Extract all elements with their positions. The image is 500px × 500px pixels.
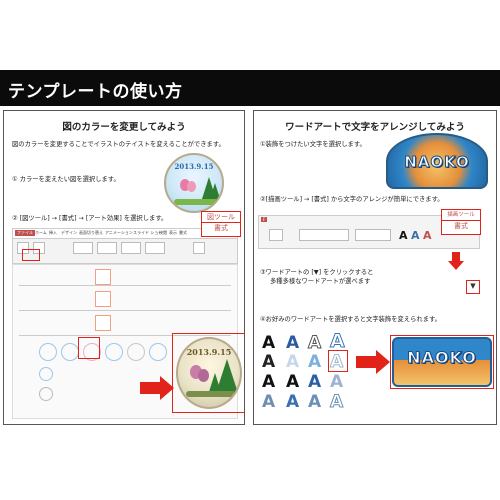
wordart-style-a[interactable]: A — [423, 229, 432, 242]
right-arrow-icon — [356, 350, 390, 374]
shape-styles[interactable] — [299, 229, 349, 241]
badge-illustration-small[interactable]: 2013.9.15 — [164, 153, 224, 213]
wordart-option[interactable]: A — [330, 331, 346, 351]
drawing-tools-tag: 描画ツール 書式 — [441, 209, 481, 235]
effect-thumbnail[interactable] — [149, 343, 167, 361]
wordart-option[interactable]: A — [262, 354, 275, 371]
wordart-option[interactable]: A — [262, 394, 275, 411]
wordart-option[interactable]: A — [286, 394, 299, 411]
wordart-option[interactable]: A — [286, 354, 299, 371]
right-step3-line2: 多種多様なワードアートが選べます — [270, 278, 371, 285]
grass-icon — [174, 199, 218, 205]
ribbon-tab-view[interactable]: 表示 — [169, 230, 177, 236]
down-arrow-icon — [448, 252, 464, 270]
wordart-style-a[interactable]: A — [399, 229, 408, 242]
wordart-option[interactable]: A — [286, 335, 299, 352]
ribbon-tab-review[interactable]: 校閲 — [159, 230, 167, 236]
page-title-bar: テンプレートの使い方 — [0, 70, 500, 106]
right-heading: ワードアートで文字をアレンジしてみよう — [285, 122, 465, 133]
wordart-dropdown-button[interactable]: ▼ — [466, 280, 480, 294]
left-intro: 図のカラーを変更することでイラストのテイストを変えることができます。 — [12, 141, 225, 148]
ribbon-button[interactable] — [121, 242, 141, 254]
ribbon-tab-animation[interactable]: アニメーション — [105, 230, 133, 236]
right-step4: ④お好みのワードアートを選択すると文字装飾を変えられます。 — [260, 316, 441, 323]
color-option[interactable] — [95, 269, 111, 285]
effect-thumbnail[interactable] — [105, 343, 123, 361]
wordart-option[interactable]: A — [330, 374, 343, 391]
ribbon-tab-insert[interactable]: 挿入 — [49, 230, 57, 236]
divider — [19, 285, 231, 286]
naoko-badge-top[interactable]: NAOKO — [386, 133, 488, 189]
ribbon-tab-file[interactable]: ファイル — [15, 230, 35, 236]
drawing-tools-label: 描画ツール — [447, 212, 475, 218]
badge-date: 2013.9.15 — [174, 162, 214, 171]
highlight-selected-wordart — [328, 350, 348, 372]
effect-thumbnail[interactable] — [39, 343, 57, 361]
ribbon-button[interactable] — [193, 242, 205, 254]
page-title: テンプレートの使い方 — [8, 82, 183, 102]
highlight-art-effect — [22, 249, 40, 261]
naoko-text[interactable]: NAOKO — [388, 153, 486, 172]
naoko-badge-result[interactable]: NAOKO — [392, 337, 492, 387]
left-step2: ② [図ツール] → [書式] → [アート効果] を選択します。 — [12, 215, 168, 222]
divider — [19, 310, 231, 311]
ribbon-tab-home[interactable]: ホーム — [35, 230, 47, 236]
grass-icon — [186, 391, 236, 397]
color-option[interactable] — [95, 291, 111, 307]
wordart-option[interactable]: A — [308, 374, 321, 391]
left-panel: 図のカラーを変更してみよう 図のカラーを変更することでイラストのテイストを変える… — [3, 110, 245, 425]
ribbon-tab-format[interactable]: 書式 — [179, 230, 187, 236]
badge-illustration-large[interactable]: 2013.9.15 — [176, 337, 242, 409]
naoko-text-result[interactable]: NAOKO — [394, 348, 490, 368]
ribbon-button[interactable] — [97, 242, 117, 254]
wordart-option[interactable]: A — [307, 334, 321, 352]
color-option[interactable] — [95, 315, 111, 331]
effect-thumbnail[interactable] — [127, 343, 145, 361]
left-heading: 図のカラーを変更してみよう — [62, 122, 186, 133]
wordart-option[interactable]: A — [262, 374, 275, 391]
flower-icon — [198, 369, 209, 382]
right-step1: ①装飾をつけたい文字を選択します。 — [260, 141, 366, 148]
ribbon-tab-design[interactable]: デザイン — [61, 230, 77, 236]
flower-icon — [187, 181, 196, 192]
right-step3-line1: ③ワードアートの [▼] をクリックすると — [260, 269, 374, 276]
wordart-option[interactable]: A — [308, 394, 321, 411]
wordart-option[interactable]: A — [308, 354, 321, 371]
wordart-style-a[interactable]: A — [411, 229, 420, 242]
shape-fill[interactable] — [355, 229, 391, 241]
wordart-option[interactable]: A — [262, 335, 275, 352]
effect-thumbnail[interactable] — [39, 387, 53, 401]
format-label: 書式 — [442, 220, 480, 231]
ribbon-tab-slideshow[interactable]: スライド ショー — [133, 230, 162, 236]
right-step2: ②[描画ツール] → [書式] から文字のアレンジが簡単にできます。 — [260, 196, 444, 203]
left-step1: ① カラーを変えたい図を選択します。 — [12, 176, 120, 183]
ribbon-button[interactable] — [269, 229, 283, 241]
highlight-selected-effect — [78, 337, 100, 359]
ribbon-button[interactable] — [145, 242, 165, 254]
picture-tools-tag: 図ツール 書式 — [201, 211, 241, 237]
badge-date-large: 2013.9.15 — [186, 347, 232, 357]
ribbon-tab-transition[interactable]: 画面切り替え — [79, 230, 103, 236]
ribbon-tab-file[interactable]: F — [261, 217, 268, 222]
wordart-option[interactable]: A — [286, 374, 299, 391]
effect-thumbnail[interactable] — [61, 343, 79, 361]
effect-thumbnail[interactable] — [39, 367, 53, 381]
wordart-option[interactable]: A — [329, 393, 343, 411]
right-arrow-icon — [140, 376, 174, 400]
format-label: 書式 — [202, 222, 240, 233]
ribbon-button[interactable] — [73, 242, 93, 254]
picture-tools-label: 図ツール — [207, 213, 235, 221]
